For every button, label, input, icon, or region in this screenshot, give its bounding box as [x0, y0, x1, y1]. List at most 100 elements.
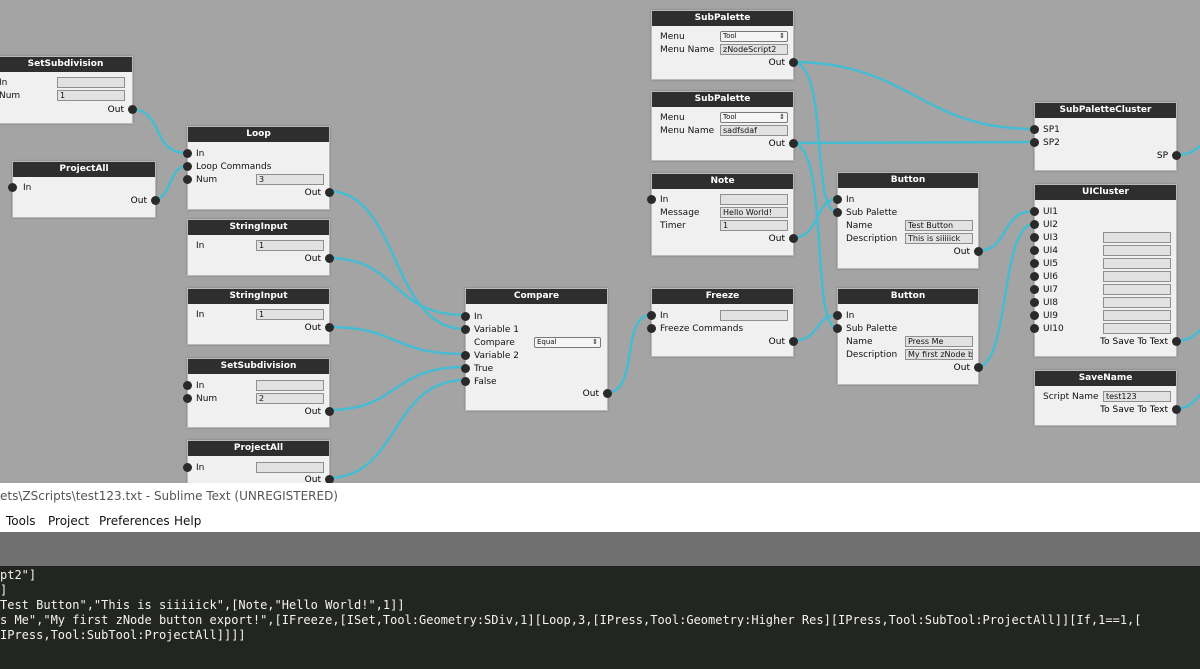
- ui-field[interactable]: [1103, 297, 1171, 308]
- menu-item-project[interactable]: Project: [48, 513, 89, 529]
- input-port[interactable]: [461, 351, 470, 360]
- input-port[interactable]: [833, 311, 842, 320]
- node-subpalettecluster[interactable]: SubPaletteCluster SP1 SP2 SP: [1030, 102, 1181, 171]
- node-subpalette[interactable]: SubPalette Menu Tool ⇕ Menu Name sadfsdaf O…: [651, 91, 798, 161]
- ui-field[interactable]: [1103, 258, 1171, 269]
- input-port[interactable]: [183, 162, 192, 171]
- node-projectall[interactable]: ProjectAll In Out: [8, 161, 160, 218]
- input-port[interactable]: [183, 394, 192, 403]
- output-port[interactable]: [789, 139, 798, 148]
- menu-select[interactable]: Tool ⇕: [720, 31, 788, 42]
- input-port[interactable]: [647, 311, 656, 320]
- input-port[interactable]: [461, 325, 470, 334]
- node-stringinput[interactable]: StringInput In 1 Out: [187, 288, 334, 345]
- menu-select[interactable]: Tool ⇕: [720, 112, 788, 123]
- node-button[interactable]: Button In Sub Palette Name Test Button De…: [833, 172, 983, 269]
- node-setsubdivision[interactable]: SetSubdivision In Num 2 Out: [183, 358, 334, 428]
- in-field[interactable]: [720, 194, 788, 205]
- output-port[interactable]: [325, 407, 334, 416]
- in-field[interactable]: 1: [256, 309, 324, 320]
- timer-field[interactable]: 1: [720, 220, 788, 231]
- message-field[interactable]: Hello World!: [720, 207, 788, 218]
- input-port[interactable]: [833, 195, 842, 204]
- num-field[interactable]: 2: [256, 393, 324, 404]
- input-port[interactable]: [183, 175, 192, 184]
- in-field[interactable]: [256, 462, 324, 473]
- in-field[interactable]: [256, 380, 324, 391]
- node-graph-canvas[interactable]: SetSubdivision In Num 1 Out ProjectAll In…: [0, 0, 1200, 483]
- node-loop[interactable]: Loop In Loop Commands Num 3 Out: [183, 126, 334, 210]
- input-port[interactable]: [461, 364, 470, 373]
- window-titlebar[interactable]: ets\ZScripts\test123.txt - Sublime Text …: [0, 483, 1200, 510]
- menu-name-field[interactable]: sadfsdaf: [720, 125, 788, 136]
- input-port[interactable]: [1030, 207, 1039, 216]
- description-field[interactable]: My first zNode b: [905, 349, 973, 360]
- compare-select[interactable]: Equal ⇕: [534, 337, 601, 348]
- menu-item-preferences[interactable]: Preferences: [99, 513, 170, 529]
- input-port[interactable]: [1030, 285, 1039, 294]
- input-port[interactable]: [1030, 246, 1039, 255]
- input-port[interactable]: [833, 324, 842, 333]
- output-port[interactable]: [1172, 405, 1181, 414]
- input-port[interactable]: [1030, 272, 1039, 281]
- num-field[interactable]: 1: [57, 90, 125, 101]
- output-port[interactable]: [1172, 337, 1181, 346]
- script-name-field[interactable]: test123: [1103, 391, 1171, 402]
- output-port[interactable]: [128, 105, 137, 114]
- output-port[interactable]: [789, 58, 798, 67]
- menu-item-help[interactable]: Help: [174, 513, 201, 529]
- node-note[interactable]: Note In Message Hello World! Timer 1 Out: [647, 173, 798, 256]
- ui-field[interactable]: [1103, 245, 1171, 256]
- ui-field[interactable]: [1103, 271, 1171, 282]
- input-port[interactable]: [647, 324, 656, 333]
- node-stringinput[interactable]: StringInput In 1 Out: [187, 219, 334, 276]
- input-port[interactable]: [461, 312, 470, 321]
- ui-field[interactable]: [1103, 232, 1171, 243]
- ui-field[interactable]: [1103, 310, 1171, 321]
- input-port[interactable]: [647, 195, 656, 204]
- output-port[interactable]: [603, 389, 612, 398]
- node-projectall[interactable]: ProjectAll In Out: [183, 440, 334, 483]
- input-port[interactable]: [1030, 259, 1039, 268]
- input-port[interactable]: [1030, 324, 1039, 333]
- node-subpalette[interactable]: SubPalette Menu Tool ⇕ Menu Name zNodeScrip…: [651, 10, 798, 80]
- output-port[interactable]: [1172, 151, 1181, 160]
- input-port[interactable]: [1030, 138, 1039, 147]
- input-port[interactable]: [1030, 311, 1039, 320]
- input-port[interactable]: [8, 183, 17, 192]
- output-port[interactable]: [325, 188, 334, 197]
- name-field[interactable]: Test Button: [905, 220, 973, 231]
- node-setsubdivision[interactable]: SetSubdivision In Num 1 Out: [0, 56, 137, 124]
- menu-item-tools[interactable]: Tools: [6, 513, 36, 529]
- description-field[interactable]: This is siiiiick: [905, 233, 973, 244]
- input-port[interactable]: [1030, 125, 1039, 134]
- in-field[interactable]: [720, 310, 788, 321]
- input-port[interactable]: [1030, 233, 1039, 242]
- node-compare[interactable]: Compare In Variable 1 Compare Equal ⇕ Vari…: [461, 288, 612, 411]
- output-port[interactable]: [325, 323, 334, 332]
- input-port[interactable]: [461, 377, 470, 386]
- output-port[interactable]: [789, 337, 798, 346]
- output-port[interactable]: [325, 475, 334, 483]
- output-port[interactable]: [974, 247, 983, 256]
- node-savename[interactable]: SaveName Script Name test123 To Save To T…: [1034, 370, 1181, 426]
- node-button[interactable]: Button In Sub Palette Name Press Me Descr…: [833, 288, 983, 385]
- output-port[interactable]: [789, 234, 798, 243]
- input-port[interactable]: [183, 149, 192, 158]
- input-port[interactable]: [833, 208, 842, 217]
- num-field[interactable]: 3: [256, 174, 324, 185]
- output-port[interactable]: [325, 254, 334, 263]
- input-port[interactable]: [183, 463, 192, 472]
- name-field[interactable]: Press Me: [905, 336, 973, 347]
- node-uicluster[interactable]: UICluster UI1 UI2 UI3 UI4 UI5 UI6 UI7 UI…: [1030, 184, 1181, 357]
- input-port[interactable]: [1030, 298, 1039, 307]
- node-freeze[interactable]: Freeze In Freeze Commands Out: [647, 288, 798, 357]
- in-field[interactable]: 1: [256, 240, 324, 251]
- ui-field[interactable]: [1103, 323, 1171, 334]
- input-port[interactable]: [1030, 220, 1039, 229]
- menu-name-field[interactable]: zNodeScript2: [720, 44, 788, 55]
- input-port[interactable]: [183, 381, 192, 390]
- ui-field[interactable]: [1103, 284, 1171, 295]
- code-editor[interactable]: pt2"] ] Test Button","This is siiiiick",…: [0, 566, 1200, 669]
- output-port[interactable]: [151, 196, 160, 205]
